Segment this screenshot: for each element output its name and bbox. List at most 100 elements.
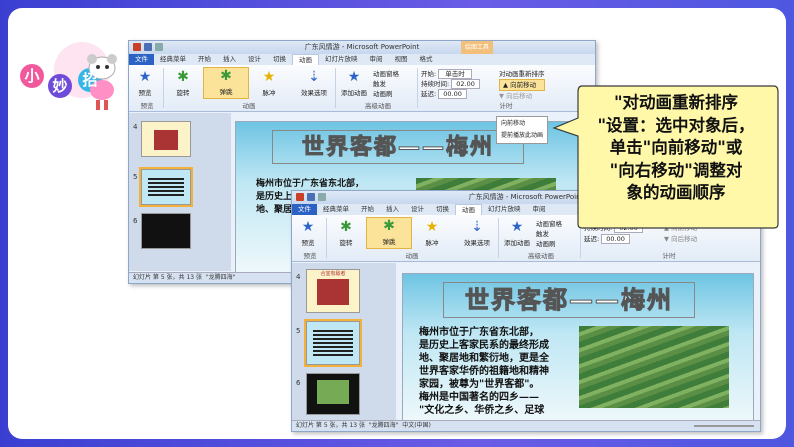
tea-garden-photo[interactable] bbox=[579, 326, 729, 408]
effect-options-button[interactable]: ⇣ 效果选项 bbox=[297, 69, 331, 97]
tab-file[interactable]: 文件 bbox=[292, 204, 317, 215]
delay-label: 延迟: bbox=[421, 90, 437, 98]
animation-pane-button[interactable]: 动画窗格 bbox=[373, 69, 399, 79]
group-advanced-label: 高级动画 bbox=[365, 102, 391, 110]
zoom-slider[interactable] bbox=[694, 425, 754, 427]
separator bbox=[417, 68, 418, 108]
tab-insert[interactable]: 插入 bbox=[217, 54, 242, 65]
effect-bounce-label: 弹跳 bbox=[382, 238, 396, 246]
effect-spin[interactable]: ✱ 旋转 bbox=[169, 69, 197, 97]
add-animation-button[interactable]: ★ 添加动画 bbox=[339, 69, 369, 97]
effect-pulse[interactable]: ★ 脉冲 bbox=[255, 69, 283, 97]
body-line: 梅州市位于广东省东北部， bbox=[419, 327, 539, 338]
add-animation-button[interactable]: ★ 添加动画 bbox=[502, 219, 532, 247]
effect-spin[interactable]: ✱ 旋转 bbox=[332, 219, 360, 247]
effect-pulse-label: 脉冲 bbox=[425, 239, 439, 247]
animation-painter-button[interactable]: 动画刷 bbox=[536, 239, 562, 249]
effect-bounce-label: 弹跳 bbox=[219, 88, 233, 96]
preview-button[interactable]: ★ 预览 bbox=[296, 219, 320, 247]
tab-transitions[interactable]: 切换 bbox=[430, 204, 455, 215]
delay-label: 延迟: bbox=[584, 235, 600, 243]
tab-slideshow[interactable]: 幻灯片放映 bbox=[319, 54, 364, 65]
tab-view[interactable]: 视图 bbox=[389, 54, 414, 65]
move-later-button[interactable]: ▼ 向后移动 bbox=[664, 234, 697, 245]
move-earlier-button[interactable]: ▲ 向前移动 bbox=[499, 79, 545, 91]
slide-number: 4 bbox=[296, 273, 301, 281]
tab-design[interactable]: 设计 bbox=[242, 54, 267, 65]
slide-thumbnail-pane: 4 合宜有敌者 5 6 bbox=[292, 263, 396, 420]
tab-animations[interactable]: 动画 bbox=[455, 204, 482, 215]
preview-label: 预览 bbox=[301, 239, 315, 247]
effect-spin-label: 旋转 bbox=[176, 89, 190, 97]
effect-pulse[interactable]: ★ 脉冲 bbox=[418, 219, 446, 247]
tab-insert[interactable]: 插入 bbox=[380, 204, 405, 215]
slide-number: 6 bbox=[296, 379, 301, 387]
group-timing-label: 计时 bbox=[662, 252, 676, 260]
delay-input[interactable]: 00.00 bbox=[601, 234, 630, 244]
spin-effect-icon: ✱ bbox=[177, 69, 189, 85]
menu-move-earlier[interactable]: 向前移动 bbox=[501, 118, 543, 130]
start-select[interactable]: 单击时 bbox=[438, 69, 472, 79]
slide-canvas: 世界客都——梅州 梅州市位于广东省东北部， 是历史上客家民系的最终形成 地、聚居… bbox=[402, 273, 754, 423]
body-line: 世界客家华侨的祖籍地和精神 bbox=[419, 366, 549, 377]
effect-bounce[interactable]: ✱ 弹跳 bbox=[203, 67, 249, 99]
slide-number: 5 bbox=[296, 327, 301, 335]
callout-line: "向右移动"调整对 bbox=[609, 160, 743, 180]
effect-options-label: 效果选项 bbox=[464, 239, 490, 247]
effect-options-icon: ⇣ bbox=[308, 69, 320, 85]
separator bbox=[163, 68, 164, 108]
window-title: 广东风情游 - Microsoft PowerPoint bbox=[304, 43, 420, 51]
slide-thumbnail-pane: 4 5 6 bbox=[129, 113, 231, 271]
group-preview-label: 预览 bbox=[303, 252, 317, 260]
add-animation-label: 添加动画 bbox=[504, 239, 530, 247]
tab-animations[interactable]: 动画 bbox=[292, 54, 319, 65]
slide-thumbnail-selected[interactable] bbox=[139, 167, 193, 207]
delay-input[interactable]: 00.00 bbox=[438, 89, 467, 99]
slide-thumbnail[interactable] bbox=[306, 373, 360, 415]
move-earlier-label: 向前移动 bbox=[510, 81, 537, 89]
tab-format[interactable]: 格式 bbox=[414, 54, 439, 65]
slide-title[interactable]: 世界客都——梅州 bbox=[443, 282, 695, 318]
duration-input[interactable]: 02.00 bbox=[451, 79, 480, 89]
reorder-menu: 向前移动 提前播放此动画 bbox=[496, 116, 549, 144]
animation-painter-button[interactable]: 动画刷 bbox=[373, 89, 399, 99]
tab-slideshow[interactable]: 幻灯片放映 bbox=[482, 204, 527, 215]
slide-thumbnail-selected[interactable] bbox=[304, 319, 362, 367]
slide-number: 4 bbox=[133, 123, 138, 131]
effect-options-label: 效果选项 bbox=[301, 89, 327, 97]
menu-play-earlier[interactable]: 提前播放此动画 bbox=[501, 130, 543, 142]
thumbnail-image bbox=[317, 279, 349, 305]
tab-home[interactable]: 开始 bbox=[355, 204, 380, 215]
tab-transitions[interactable]: 切换 bbox=[267, 54, 292, 65]
slide-thumbnail[interactable] bbox=[141, 121, 191, 157]
callout-line: "对动画重新排序 bbox=[613, 93, 739, 112]
tab-design[interactable]: 设计 bbox=[405, 204, 430, 215]
slide-title[interactable]: 世界客都——梅州 bbox=[272, 130, 524, 164]
bounce-effect-icon: ✱ bbox=[220, 68, 232, 84]
slide-thumbnail[interactable]: 合宜有敌者 bbox=[306, 269, 360, 313]
group-advanced-label: 高级动画 bbox=[528, 252, 554, 260]
tab-file[interactable]: 文件 bbox=[129, 54, 154, 65]
tab-review[interactable]: 审阅 bbox=[527, 204, 552, 215]
move-later-label: 向后移动 bbox=[506, 92, 533, 100]
thumbnail-title: 合宜有敌者 bbox=[320, 271, 346, 277]
preview-button[interactable]: ★ 预览 bbox=[133, 69, 157, 97]
tab-home[interactable]: 开始 bbox=[192, 54, 217, 65]
duration-label: 持续时间: bbox=[421, 80, 450, 88]
mascot-badge-2: 妙 bbox=[52, 77, 68, 95]
tab-review[interactable]: 审阅 bbox=[364, 54, 389, 65]
effect-options-button[interactable]: ⇣ 效果选项 bbox=[460, 219, 494, 247]
slide-number: 5 bbox=[133, 173, 138, 181]
slide-body[interactable]: 梅州市位于广东省东北部， 是历史上客家民系的最终形成 地、聚居地和繁衍地，更是全… bbox=[419, 326, 549, 417]
thumbnail-image bbox=[317, 380, 349, 404]
separator bbox=[326, 218, 327, 258]
trigger-button[interactable]: 触发 bbox=[373, 79, 399, 89]
effect-bounce[interactable]: ✱ 弹跳 bbox=[366, 217, 412, 249]
tab-classic-menu[interactable]: 经典菜单 bbox=[317, 204, 355, 215]
ribbon-tabs: 文件 经典菜单 开始 插入 设计 切换 动画 幻灯片放映 审阅 视图 格式 bbox=[129, 54, 595, 65]
status-bar: 幻灯片 第 5 张，共 13 张 "龙腾四海" 中文(中国) bbox=[292, 420, 760, 431]
window-titlebar: 广东风情游 - Microsoft PowerPoint 绘图工具 bbox=[129, 41, 595, 54]
slide-thumbnail[interactable] bbox=[141, 213, 191, 249]
tab-classic-menu[interactable]: 经典菜单 bbox=[154, 54, 192, 65]
effect-spin-label: 旋转 bbox=[339, 239, 353, 247]
